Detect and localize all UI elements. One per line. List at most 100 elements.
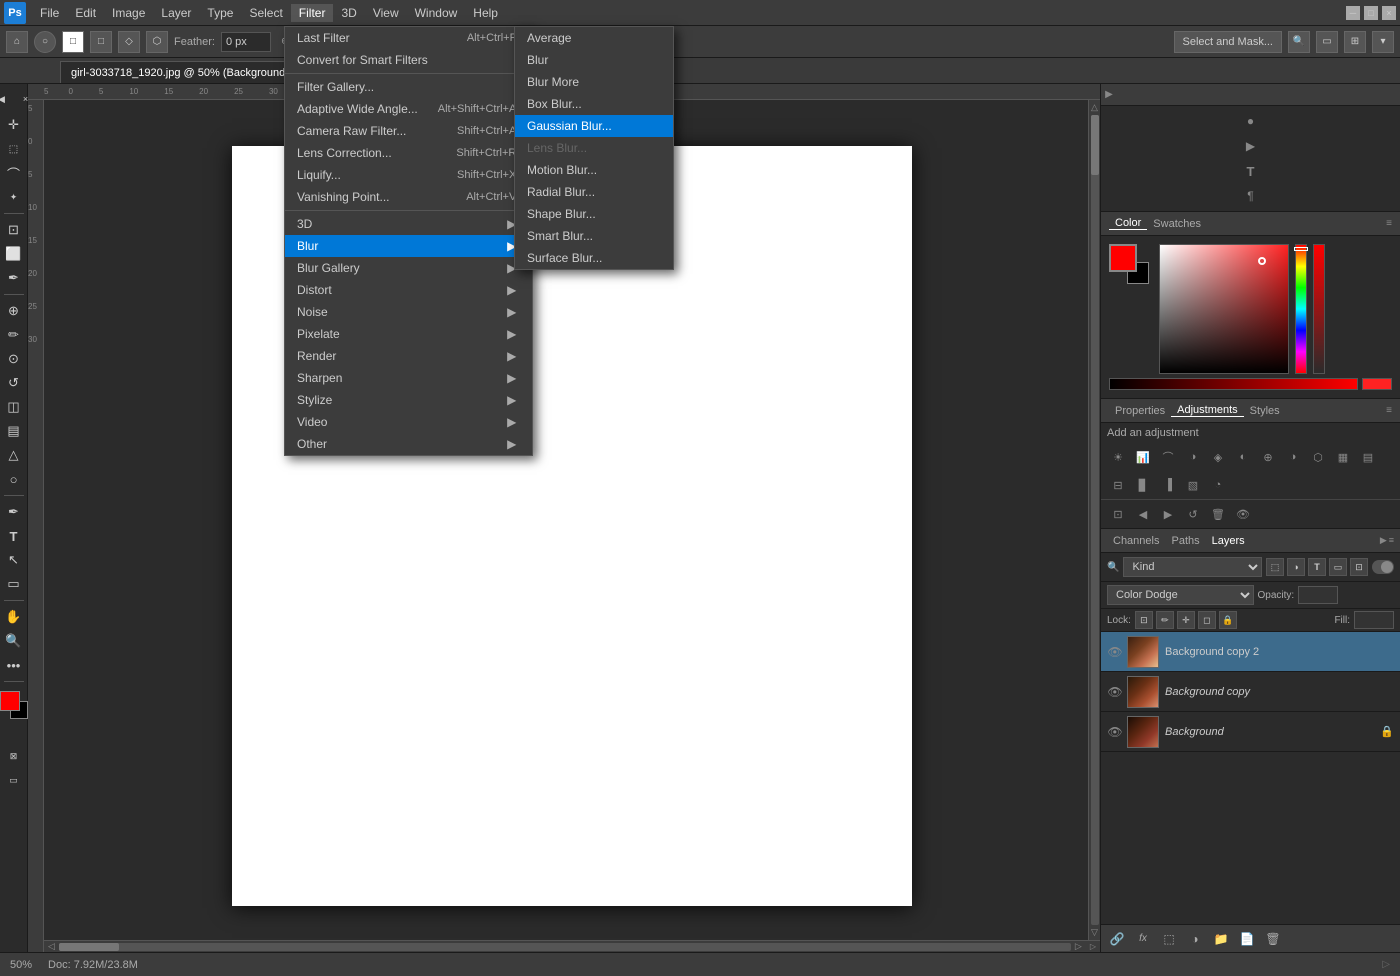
gradient-tool[interactable]: ▤ (3, 420, 25, 442)
next-adj-icon[interactable]: ▶ (1157, 504, 1179, 524)
layer-filter-select[interactable]: Kind (1123, 557, 1262, 577)
horizontal-scrollbar[interactable]: ◁ ▷ ▷ (44, 940, 1100, 952)
paragraph-icon[interactable]: ¶ (1240, 185, 1262, 207)
styles-tab[interactable]: Styles (1244, 405, 1286, 417)
quick-select-tool[interactable]: ✦ (3, 186, 25, 208)
menu-layer[interactable]: Layer (153, 4, 199, 22)
convert-smart-item[interactable]: Convert for Smart Filters (285, 49, 532, 71)
screen-mode-btn[interactable]: ▭ (3, 769, 25, 791)
new-layer-icon[interactable]: 📄 (1237, 929, 1257, 949)
layer-filter-shape-icon[interactable]: ▭ (1329, 558, 1347, 576)
delete-adj-icon[interactable]: 🗑 (1207, 504, 1229, 524)
blur-item[interactable]: Blur ▶ (285, 235, 532, 257)
scroll-right-icon[interactable]: ▷ (1071, 941, 1086, 952)
threshold-icon[interactable]: ▐ (1157, 475, 1179, 495)
home-tool[interactable]: ⌂ (6, 31, 28, 53)
opacity-input[interactable]: 100% (1298, 586, 1338, 604)
eyedropper-tool[interactable]: ✒ (3, 267, 25, 289)
delete-layer-icon[interactable]: 🗑 (1263, 929, 1283, 949)
paths-tab[interactable]: Paths (1165, 533, 1205, 549)
stylize-item[interactable]: Stylize ▶ (285, 389, 532, 411)
menu-select[interactable]: Select (241, 4, 290, 22)
panel-toggle-top[interactable]: ⊞ (1344, 31, 1366, 53)
chevron-down-icon[interactable]: ▾ (1372, 31, 1394, 53)
channels-tab[interactable]: Channels (1107, 533, 1165, 549)
lock-all-icon[interactable]: 🔒 (1219, 611, 1237, 629)
radial-blur-item[interactable]: Radial Blur... (515, 181, 673, 203)
color-lookup-icon[interactable]: ▤ (1357, 447, 1379, 467)
menu-type[interactable]: Type (199, 4, 241, 22)
more-tools[interactable]: ••• (3, 654, 25, 676)
vertical-scrollbar[interactable]: △ ▽ (1088, 100, 1100, 940)
hand-tool[interactable]: ✋ (3, 606, 25, 628)
scroll-down-icon[interactable]: ▽ (1091, 925, 1098, 940)
gradient-map-icon[interactable]: ▧ (1182, 475, 1204, 495)
fill-input[interactable]: 100% (1354, 611, 1394, 629)
other-item[interactable]: Other ▶ (285, 433, 532, 455)
layer-vis-background-copy-2[interactable]: 👁 (1107, 644, 1123, 660)
brightness-contrast-icon[interactable]: ☀ (1107, 447, 1129, 467)
crop-tool[interactable]: ⊡ (3, 219, 25, 241)
zoom-tool[interactable]: 🔍 (3, 630, 25, 652)
filter-gallery-item[interactable]: Filter Gallery... (285, 76, 532, 98)
transparency-bar[interactable] (1313, 244, 1325, 374)
ellipse-tool[interactable]: ○ (34, 31, 56, 53)
shape-blur-item[interactable]: Shape Blur... (515, 203, 673, 225)
3d-item[interactable]: 3D ▶ (285, 213, 532, 235)
clip-icon[interactable]: ⊡ (1107, 504, 1129, 524)
camera-raw-item[interactable]: Camera Raw Filter... Shift+Ctrl+A (285, 120, 532, 142)
pixelate-item[interactable]: Pixelate ▶ (285, 323, 532, 345)
layer-filter-pixel-icon[interactable]: ⬚ (1266, 558, 1284, 576)
liquify-item[interactable]: Liquify... Shift+Ctrl+X (285, 164, 532, 186)
move-tool[interactable]: ✛ (3, 114, 25, 136)
eraser-tool[interactable]: ◫ (3, 396, 25, 418)
box-blur-item[interactable]: Box Blur... (515, 93, 673, 115)
selective-color-icon[interactable]: ◔ (1207, 475, 1229, 495)
shape-tool-left[interactable]: ▭ (3, 573, 25, 595)
lasso-tool[interactable]: ⌒ (3, 162, 25, 184)
scrollbar-thumb-v[interactable] (1091, 115, 1099, 175)
menu-image[interactable]: Image (104, 4, 153, 22)
distort-item[interactable]: Distort ▶ (285, 279, 532, 301)
motion-blur-item[interactable]: Motion Blur... (515, 159, 673, 181)
layer-filter-adj-icon[interactable]: ◑ (1287, 558, 1305, 576)
menu-filter[interactable]: Filter (291, 4, 334, 22)
blur-average-item[interactable]: Average (515, 27, 673, 49)
menu-window[interactable]: Window (407, 4, 466, 22)
selection-tool[interactable]: ⬚ (3, 138, 25, 160)
rect-tool-white[interactable]: □ (62, 31, 84, 53)
play-icon[interactable]: ▶ (1240, 135, 1262, 157)
clone-tool[interactable]: ⊙ (3, 348, 25, 370)
foreground-color-swatch[interactable] (0, 691, 20, 711)
vibrance-icon[interactable]: ◈ (1207, 447, 1229, 467)
color-gradient-box[interactable] (1159, 244, 1289, 374)
layer-filter-type-icon[interactable]: T (1308, 558, 1326, 576)
layers-tab[interactable]: Layers (1206, 533, 1251, 549)
quick-mask-btn[interactable]: ⊠ (3, 745, 25, 767)
menu-3d[interactable]: 3D (333, 4, 364, 22)
prev-adj-icon[interactable]: ◀ (1132, 504, 1154, 524)
lock-transparent-icon[interactable]: ⊡ (1135, 611, 1153, 629)
blur-gallery-item[interactable]: Blur Gallery ▶ (285, 257, 532, 279)
adjustments-tab[interactable]: Adjustments (1171, 404, 1244, 417)
type-icon[interactable]: T (1240, 160, 1262, 182)
type-tool[interactable]: T (3, 525, 25, 547)
posterize-icon[interactable]: ▊ (1132, 475, 1154, 495)
vanishing-point-item[interactable]: Vanishing Point... Alt+Ctrl+V (285, 186, 532, 208)
render-item[interactable]: Render ▶ (285, 345, 532, 367)
adaptive-wide-angle-item[interactable]: Adaptive Wide Angle... Alt+Shift+Ctrl+A (285, 98, 532, 120)
swatches-tab[interactable]: Swatches (1147, 218, 1207, 230)
color-wheel-icon[interactable]: ● (1240, 110, 1262, 132)
curves-icon[interactable]: ⌒ (1157, 447, 1179, 467)
layer-item-background-copy-2[interactable]: 👁 Background copy 2 (1101, 632, 1400, 672)
color-tab[interactable]: Color (1109, 217, 1147, 230)
link-layers-icon[interactable]: 🔗 (1107, 929, 1127, 949)
blur-blur-item[interactable]: Blur (515, 49, 673, 71)
pen-tool[interactable]: ✒ (3, 501, 25, 523)
maximize-btn[interactable]: □ (1364, 6, 1378, 20)
lens-correction-item[interactable]: Lens Correction... Shift+Ctrl+R (285, 142, 532, 164)
fx-icon[interactable]: fx (1133, 929, 1153, 949)
quick-mask[interactable]: ⊠ (3, 745, 25, 767)
layer-vis-background[interactable]: 👁 (1107, 724, 1123, 740)
photo-filter-icon[interactable]: ⬡ (1307, 447, 1329, 467)
